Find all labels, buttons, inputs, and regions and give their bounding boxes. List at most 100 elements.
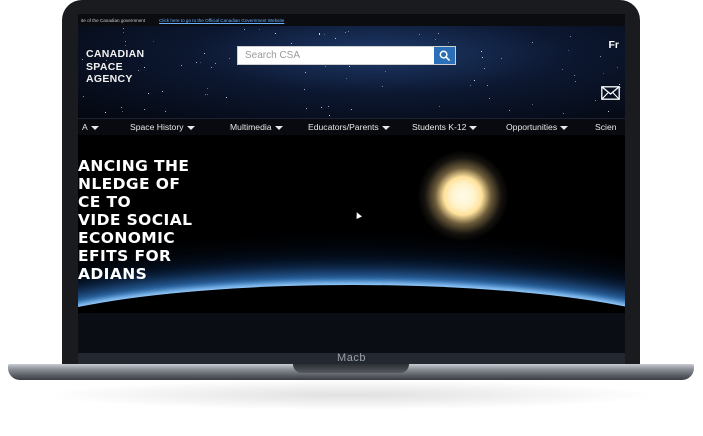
search-button[interactable] bbox=[434, 47, 455, 64]
star bbox=[147, 93, 149, 95]
star bbox=[162, 91, 164, 93]
star bbox=[563, 113, 565, 115]
hero-line: CE TO bbox=[78, 193, 132, 211]
star bbox=[205, 94, 207, 96]
hero-line: ADIANS bbox=[78, 265, 148, 283]
star bbox=[81, 59, 83, 61]
nav-item-opportunities[interactable]: Opportunities bbox=[506, 119, 569, 135]
star bbox=[349, 66, 351, 68]
star bbox=[206, 87, 208, 89]
nav-item-students[interactable]: Students K-12 bbox=[412, 119, 478, 135]
chevron-down-icon bbox=[381, 125, 390, 130]
logo-line: SPACE bbox=[86, 60, 123, 73]
search-box bbox=[237, 46, 456, 65]
main-nav: A Space History Multimedia Educators/Par… bbox=[78, 118, 625, 135]
star bbox=[290, 42, 292, 44]
star bbox=[435, 38, 437, 40]
hero-line: EFITS FOR bbox=[78, 247, 172, 265]
star bbox=[595, 99, 597, 101]
star bbox=[143, 108, 145, 110]
star bbox=[570, 35, 572, 37]
star bbox=[419, 33, 421, 35]
star bbox=[123, 32, 125, 34]
star bbox=[381, 86, 383, 87]
chevron-down-icon bbox=[186, 125, 195, 130]
star bbox=[350, 109, 352, 111]
sun-glow bbox=[418, 151, 508, 241]
star bbox=[607, 111, 609, 113]
earth-horizon bbox=[78, 285, 625, 313]
chevron-down-icon bbox=[560, 125, 569, 130]
star bbox=[200, 61, 202, 63]
star bbox=[203, 53, 205, 55]
star bbox=[105, 112, 107, 114]
laptop-notch bbox=[293, 364, 409, 373]
gov-website-link[interactable]: Click here to go to the Official Canadia… bbox=[159, 18, 284, 23]
nav-item-educators-parents[interactable]: Educators/Parents bbox=[308, 119, 390, 135]
star bbox=[324, 66, 326, 68]
chevron-down-icon bbox=[469, 125, 478, 130]
star bbox=[346, 77, 348, 79]
star bbox=[181, 64, 183, 66]
laptop-shadow bbox=[40, 380, 660, 410]
star bbox=[152, 41, 154, 43]
star bbox=[211, 66, 213, 68]
star bbox=[165, 110, 167, 112]
hero-banner: ANCING THE NLEDGE OF CE TO VIDE SOCIAL E… bbox=[78, 135, 625, 313]
star bbox=[244, 28, 246, 30]
star bbox=[303, 88, 305, 90]
chevron-down-icon bbox=[90, 125, 99, 130]
nav-item-multimedia[interactable]: Multimedia bbox=[230, 119, 283, 135]
nav-item-label: Space History bbox=[130, 122, 184, 132]
star bbox=[532, 103, 534, 105]
star bbox=[319, 34, 321, 36]
star bbox=[574, 81, 576, 83]
star bbox=[195, 62, 197, 64]
nav-item-science[interactable]: Scien bbox=[595, 119, 617, 135]
star bbox=[481, 50, 483, 52]
mouse-cursor bbox=[354, 211, 362, 219]
star bbox=[470, 84, 472, 86]
star bbox=[473, 80, 475, 82]
star bbox=[207, 94, 209, 96]
mail-icon[interactable] bbox=[601, 86, 620, 100]
hero-line: NLEDGE OF bbox=[78, 175, 181, 193]
star bbox=[483, 67, 485, 69]
nav-item-label: Multimedia bbox=[230, 122, 272, 132]
star bbox=[324, 34, 326, 36]
star bbox=[318, 32, 320, 34]
star bbox=[258, 28, 260, 30]
nav-item-space-history[interactable]: Space History bbox=[130, 119, 195, 135]
star bbox=[500, 58, 502, 60]
star bbox=[448, 41, 450, 43]
masthead: CANADIAN SPACE AGENCY Fr bbox=[78, 26, 625, 118]
star bbox=[120, 106, 122, 108]
nav-item-label: Students K-12 bbox=[412, 122, 467, 132]
logo-line: AGENCY bbox=[86, 73, 133, 85]
star bbox=[602, 73, 604, 75]
star bbox=[305, 71, 307, 73]
star bbox=[229, 58, 231, 60]
hero-line: ECONOMIC bbox=[78, 229, 176, 247]
chevron-down-icon bbox=[274, 125, 283, 130]
star bbox=[327, 106, 329, 108]
star bbox=[600, 55, 602, 57]
language-toggle[interactable]: Fr bbox=[609, 39, 620, 51]
nav-item-label: Opportunities bbox=[506, 122, 558, 132]
logo-line: CANADIAN bbox=[86, 48, 145, 60]
star bbox=[125, 45, 127, 47]
government-strip: ite of the Canadian government Click her… bbox=[78, 14, 625, 26]
star bbox=[124, 41, 126, 42]
search-input[interactable] bbox=[238, 47, 434, 64]
nav-item-label: Scien bbox=[595, 122, 617, 132]
search-icon bbox=[439, 50, 450, 61]
nav-item[interactable]: A bbox=[82, 119, 99, 135]
star bbox=[82, 95, 84, 97]
star bbox=[437, 33, 439, 35]
hero-line: VIDE SOCIAL bbox=[78, 211, 193, 229]
star bbox=[215, 62, 217, 64]
hero-line: ANCING THE bbox=[78, 157, 190, 175]
csa-logo[interactable]: CANADIAN SPACE AGENCY bbox=[86, 48, 144, 86]
star bbox=[225, 96, 227, 98]
star bbox=[573, 74, 575, 76]
